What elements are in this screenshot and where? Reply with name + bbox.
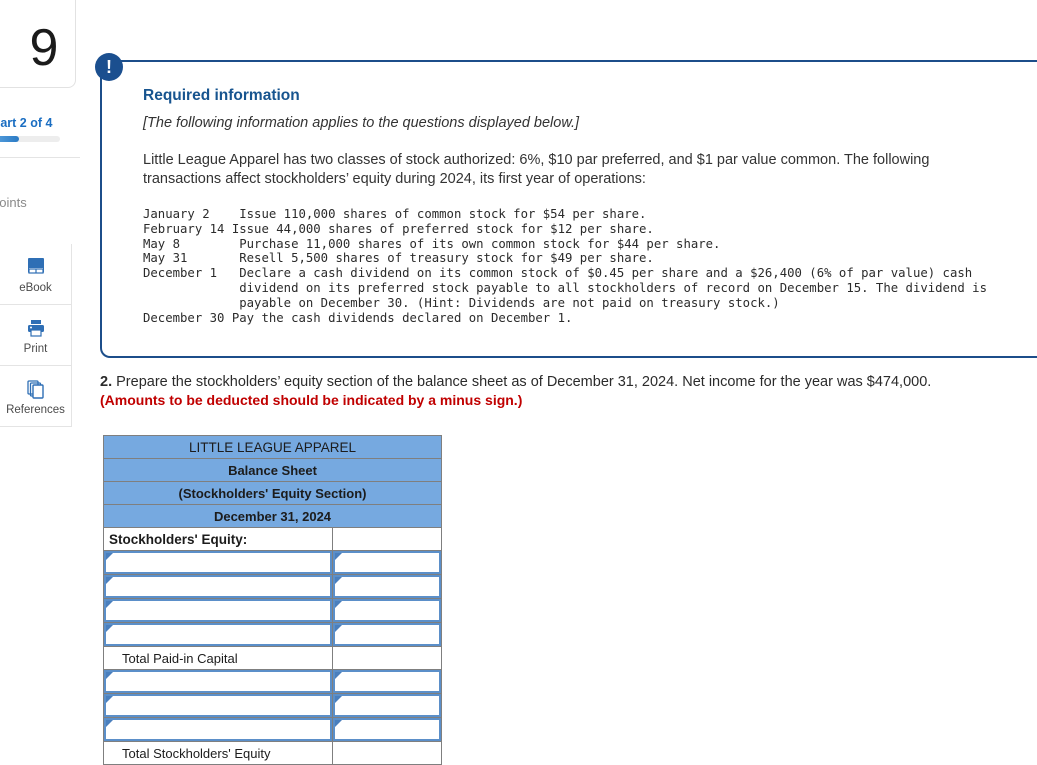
exclamation-icon: !: [95, 53, 123, 81]
applies-note: [The following information applies to th…: [143, 115, 580, 131]
equity-line-6-value-input[interactable]: [333, 694, 441, 717]
equity-line-4-value-input[interactable]: [333, 623, 441, 646]
copy-pages-icon: [25, 377, 47, 401]
equity-line-6-value-cell[interactable]: [332, 693, 442, 718]
equity-line-4-label-input[interactable]: [104, 623, 332, 646]
left-sidebar: 9 Part 2 of 4 points eBook: [0, 0, 80, 765]
table-row-statement: Balance Sheet: [103, 458, 442, 482]
stockholders-equity-value-cell: [332, 527, 442, 551]
sidebar-item-references-label: References: [6, 403, 65, 416]
book-icon: [25, 255, 47, 279]
sidebar-item-print[interactable]: Print: [0, 305, 72, 366]
question-text: Prepare the stockholders’ equity section…: [116, 374, 932, 390]
equity-line-2-label-input[interactable]: [104, 575, 332, 598]
total-paid-in-capital-label: Total Paid-in Capital: [103, 646, 333, 670]
equity-line-3-label-input[interactable]: [104, 599, 332, 622]
equity-line-2-label-cell[interactable]: [103, 574, 333, 599]
equity-line-1-value-input[interactable]: [333, 551, 441, 574]
balance-sheet-table: LITTLE LEAGUE APPAREL Balance Sheet (Sto…: [103, 435, 442, 765]
transactions-block: January 2 Issue 110,000 shares of common…: [143, 207, 987, 325]
equity-line-4-value-cell[interactable]: [332, 622, 442, 647]
table-row-company: LITTLE LEAGUE APPAREL: [103, 435, 442, 459]
equity-line-7-label-cell[interactable]: [103, 717, 333, 742]
total-paid-in-capital-value: [332, 646, 442, 670]
bs-header-company: LITTLE LEAGUE APPAREL: [103, 435, 442, 459]
stockholders-equity-label: Stockholders' Equity:: [103, 527, 333, 551]
table-row: [103, 669, 442, 694]
equity-line-1-label-cell[interactable]: [103, 550, 333, 575]
bs-header-section: (Stockholders' Equity Section): [103, 481, 442, 505]
equity-line-2-value-input[interactable]: [333, 575, 441, 598]
equity-line-3-value-cell[interactable]: [332, 598, 442, 623]
equity-line-2-value-cell[interactable]: [332, 574, 442, 599]
equity-line-5-label-cell[interactable]: [103, 669, 333, 694]
equity-line-7-label-input[interactable]: [104, 718, 332, 741]
equity-line-3-value-input[interactable]: [333, 599, 441, 622]
equity-line-5-value-input[interactable]: [333, 670, 441, 693]
question-number: 9: [29, 19, 59, 77]
required-information-title: Required information: [143, 87, 300, 104]
table-row: [103, 550, 442, 575]
part-progress-bar: [0, 136, 60, 142]
bs-header-statement: Balance Sheet: [103, 458, 442, 482]
equity-line-5-value-cell[interactable]: [332, 669, 442, 694]
equity-line-7-value-cell[interactable]: [332, 717, 442, 742]
scenario-paragraph: Little League Apparel has two classes of…: [143, 152, 930, 187]
equity-line-7-value-input[interactable]: [333, 718, 441, 741]
table-row-date: December 31, 2024: [103, 504, 442, 528]
table-row: [103, 622, 442, 647]
table-row: [103, 574, 442, 599]
sidebar-divider: [0, 157, 80, 158]
equity-line-6-label-cell[interactable]: [103, 693, 333, 718]
sidebar-item-print-label: Print: [23, 342, 48, 355]
part-indicator: Part 2 of 4: [0, 116, 52, 130]
equity-line-5-label-input[interactable]: [104, 670, 332, 693]
table-row-section: (Stockholders' Equity Section): [103, 481, 442, 505]
table-row-equity-label: Stockholders' Equity:: [103, 527, 442, 551]
points-label: points: [0, 195, 27, 210]
total-stockholders-equity-label: Total Stockholders' Equity: [103, 741, 333, 765]
table-row: [103, 693, 442, 718]
part-progress-fill: [0, 136, 20, 142]
table-row: [103, 717, 442, 742]
table-row-total-paid-in-capital: Total Paid-in Capital: [103, 646, 442, 670]
question-prompt: 2. Prepare the stockholders’ equity sect…: [100, 374, 931, 390]
question-number-label: 2.: [100, 374, 113, 390]
bs-header-date: December 31, 2024: [103, 504, 442, 528]
equity-line-3-label-cell[interactable]: [103, 598, 333, 623]
sidebar-item-ebook[interactable]: eBook: [0, 244, 72, 305]
sidebar-item-ebook-label: eBook: [19, 281, 52, 294]
printer-icon: [25, 316, 47, 340]
question-note: (Amounts to be deducted should be indica…: [100, 392, 523, 408]
part-indicator-text: Part 2 of 4: [0, 116, 53, 130]
equity-line-4-label-cell[interactable]: [103, 622, 333, 647]
table-row-total-stockholders-equity: Total Stockholders' Equity: [103, 741, 442, 765]
total-stockholders-equity-value: [332, 741, 442, 765]
equity-line-1-value-cell[interactable]: [332, 550, 442, 575]
sidebar-item-references[interactable]: References: [0, 366, 72, 427]
equity-line-1-label-input[interactable]: [104, 551, 332, 574]
table-row: [103, 598, 442, 623]
equity-line-6-label-input[interactable]: [104, 694, 332, 717]
